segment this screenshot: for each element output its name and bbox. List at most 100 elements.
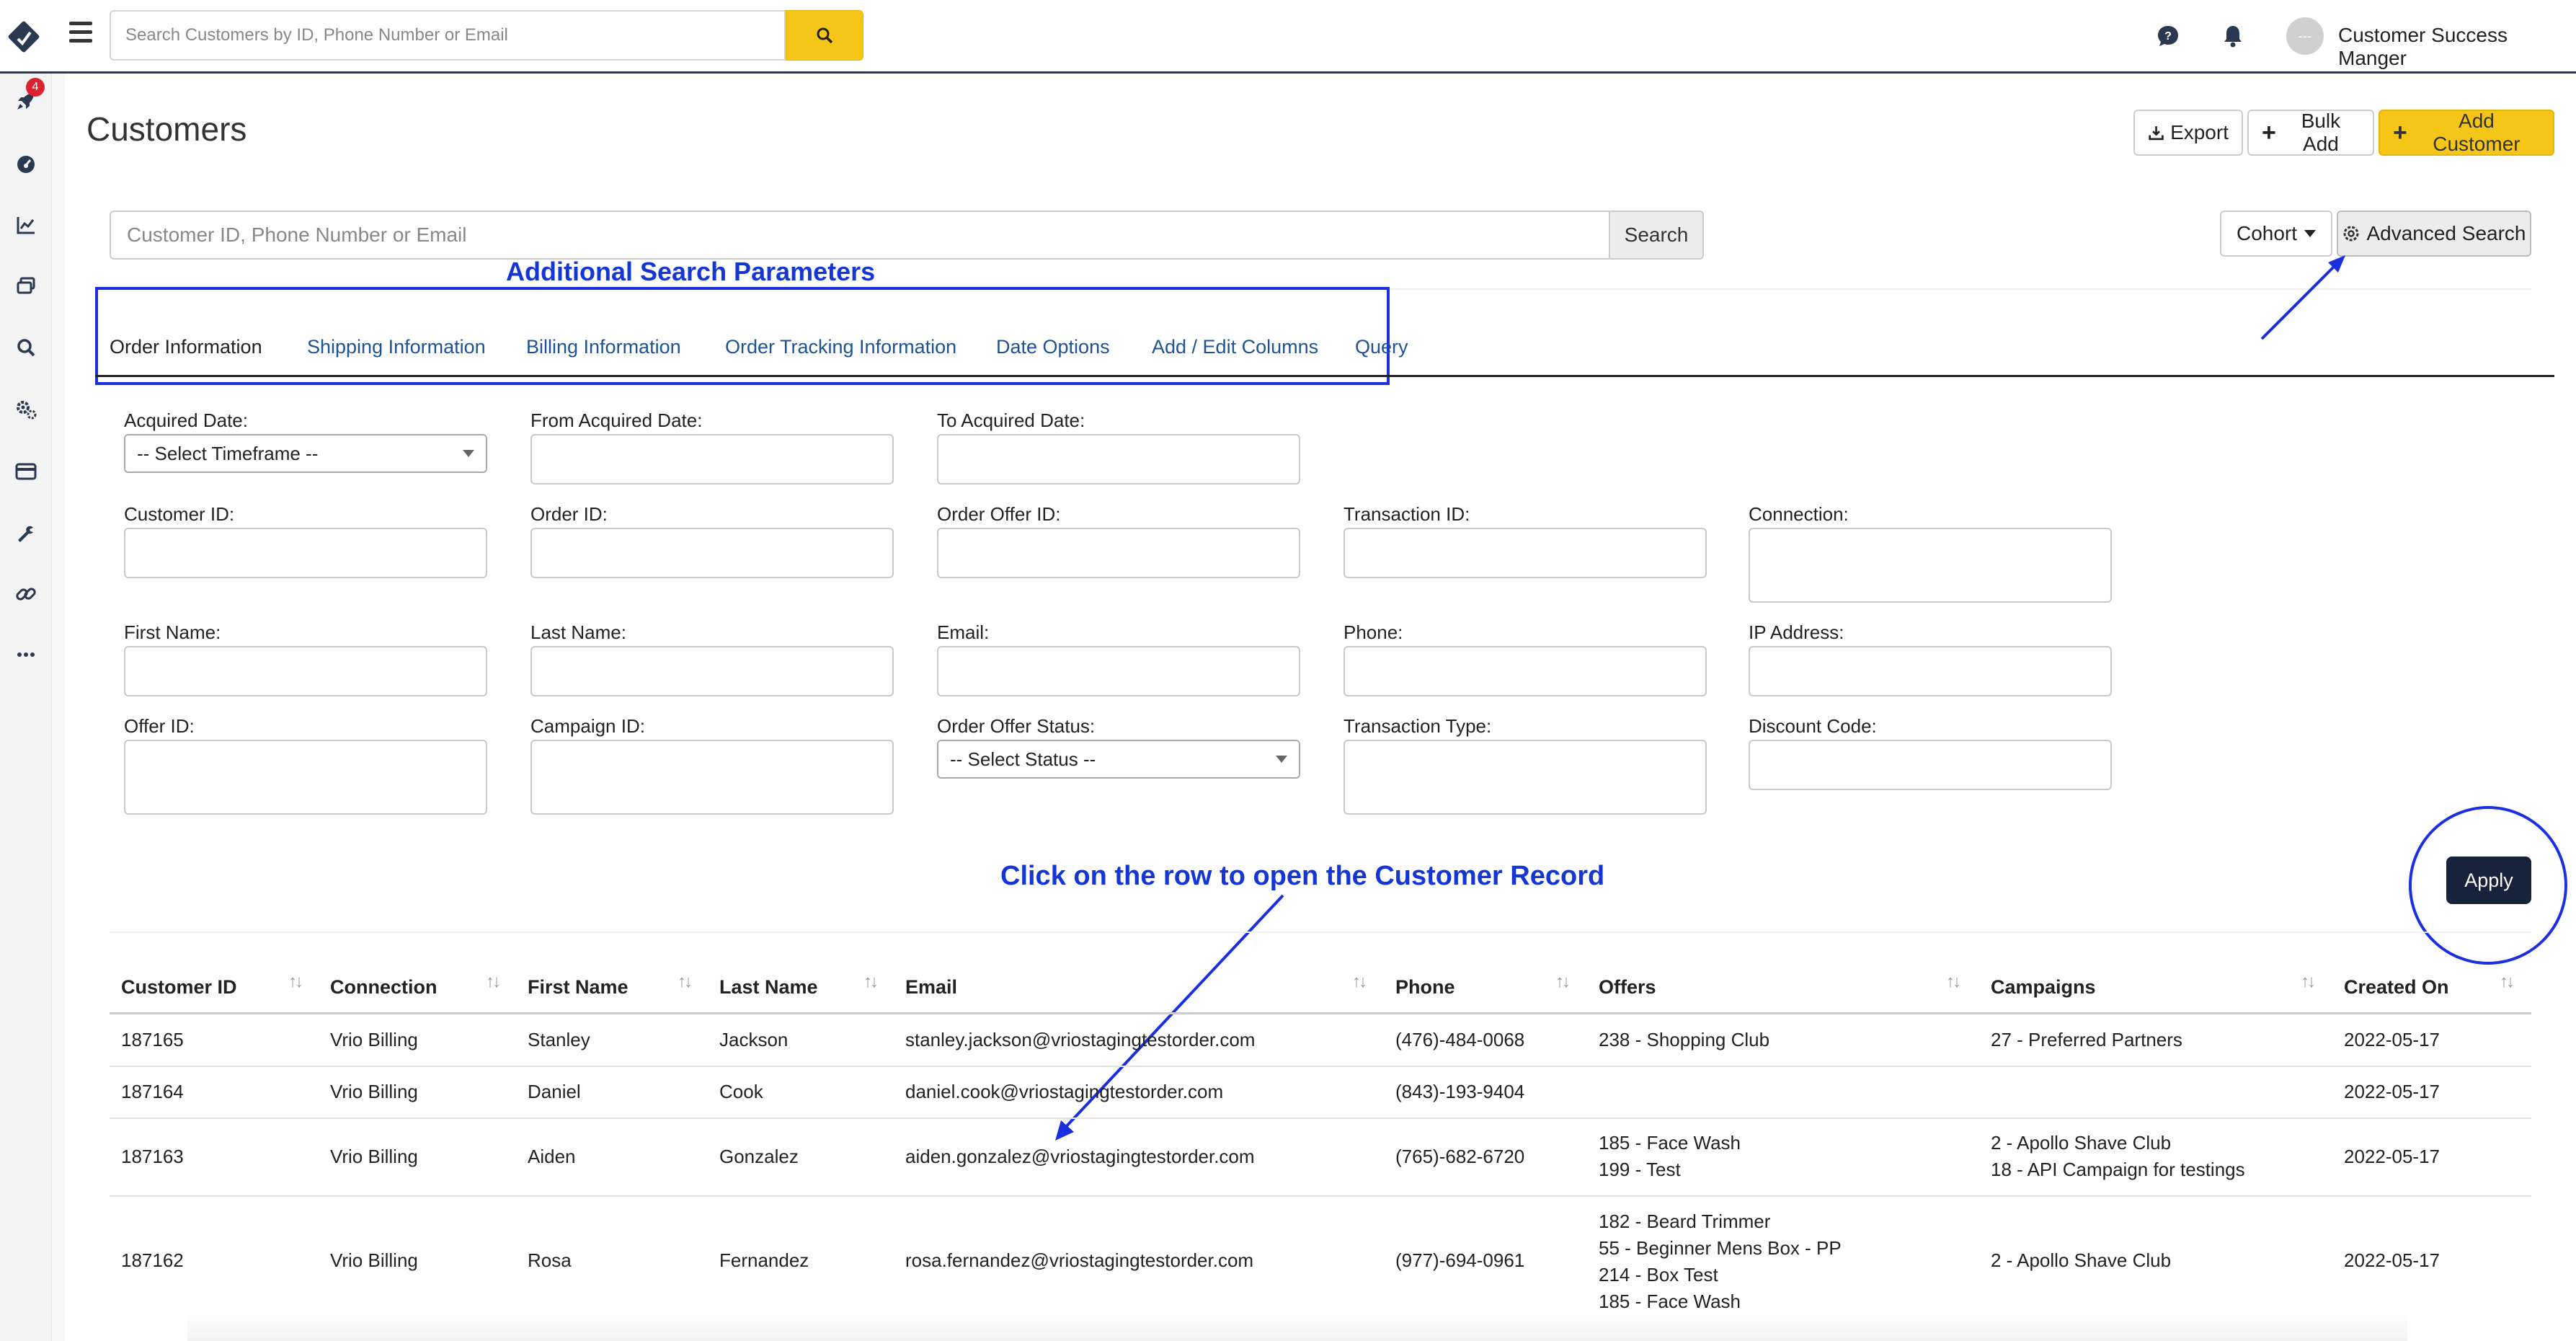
column-header-created-on[interactable]: Created On [2344,976,2449,999]
tabs-underline [95,375,2554,377]
divider [110,931,2531,933]
table-row[interactable]: 187163 Vrio Billing Aiden Gonzalez aiden… [110,1119,2531,1195]
menu-icon[interactable] [69,22,92,43]
chart-icon[interactable] [12,211,40,239]
customer-search-input[interactable] [110,211,1610,260]
customer-id-input[interactable] [124,528,487,578]
tab-shipping-information[interactable]: Shipping Information [307,336,486,358]
scroll-fade [187,1311,2407,1341]
customer-search-button[interactable]: Search [1609,211,1704,260]
annotation-click-row: Click on the row to open the Customer Re… [1000,861,1605,891]
sort-icon[interactable]: ↑↓ [1946,972,1961,992]
cell-phone: (843)-193-9404 [1395,1081,1525,1102]
connection-input[interactable] [1749,528,2112,603]
tab-billing-information[interactable]: Billing Information [526,336,681,358]
email-label: Email: [937,621,990,643]
column-header-customer-id[interactable]: Customer ID [121,976,237,999]
billing-icon[interactable] [12,457,40,486]
cell-phone: (765)-682-6720 [1395,1146,1525,1167]
order-id-input[interactable] [530,528,894,578]
from-acquired-date-label: From Acquired Date: [530,410,703,431]
bulk-add-button[interactable]: + Bulk Add [2247,110,2374,156]
cell-offer: 199 - Test [1599,1159,1681,1180]
email-field[interactable] [937,646,1300,696]
campaign-id-input[interactable] [530,740,894,815]
tab-query[interactable]: Query [1355,336,1408,358]
cell-created-on: 2022-05-17 [2344,1146,2440,1167]
table-row[interactable]: 187164 Vrio Billing Daniel Cook daniel.c… [110,1067,2531,1118]
annotation-additional-params: Additional Search Parameters [506,257,876,286]
cell-campaign: 18 - API Campaign for testings [1991,1159,2245,1180]
order-offer-status-value: -- Select Status -- [950,748,1096,770]
cohort-label: Cohort [2236,222,2298,244]
first-name-input[interactable] [124,646,487,696]
column-header-phone[interactable]: Phone [1395,976,1455,999]
campaign-id-label: Campaign ID: [530,715,645,737]
column-header-email[interactable]: Email [905,976,957,999]
order-offer-status-label: Order Offer Status: [937,715,1096,737]
sort-icon[interactable]: ↑↓ [1555,972,1571,992]
transaction-id-input[interactable] [1343,528,1707,578]
acquired-date-select[interactable]: -- Select Timeframe -- [124,434,487,473]
more-icon[interactable] [12,640,40,669]
tab-order-tracking-information[interactable]: Order Tracking Information [725,336,956,358]
phone-input[interactable] [1343,646,1707,696]
sidebar [0,74,52,1341]
acquired-date-label: Acquired Date: [124,410,248,431]
sort-icon[interactable]: ↑↓ [863,972,879,992]
dashboard-icon[interactable] [12,150,40,179]
advanced-search-button[interactable]: Advanced Search [2337,211,2531,257]
app-logo-icon[interactable] [7,20,40,53]
order-offer-id-input[interactable] [937,528,1300,578]
avatar[interactable]: --- [2286,17,2324,55]
column-header-first-name[interactable]: First Name [528,976,629,999]
column-header-offers[interactable]: Offers [1599,976,1656,999]
order-offer-status-select[interactable]: -- Select Status -- [937,740,1300,779]
help-chat-icon[interactable]: ? [2154,22,2182,50]
wrench-icon[interactable] [12,519,40,548]
ip-address-label: IP Address: [1749,621,1844,643]
offer-id-input[interactable] [124,740,487,815]
sort-icon[interactable]: ↑↓ [1352,972,1367,992]
cell-customer-id: 187163 [121,1146,184,1167]
cell-created-on: 2022-05-17 [2344,1249,2440,1271]
cell-phone: (977)-694-0961 [1395,1249,1525,1271]
sort-icon[interactable]: ↑↓ [2500,972,2515,992]
global-search-button[interactable] [786,10,863,61]
column-header-last-name[interactable]: Last Name [719,976,818,999]
first-name-label: First Name: [124,621,221,643]
table-row[interactable]: 187165 Vrio Billing Stanley Jackson stan… [110,1015,2531,1066]
column-header-connection[interactable]: Connection [330,976,438,999]
cell-email: aiden.gonzalez@vriostagingtestorder.com [905,1146,1255,1167]
to-acquired-date-input[interactable] [937,434,1300,484]
cell-email: stanley.jackson@vriostagingtestorder.com [905,1029,1256,1050]
export-button[interactable]: Export [2133,110,2243,156]
sort-icon[interactable]: ↑↓ [678,972,693,992]
tab-order-information[interactable]: Order Information [110,336,262,358]
cell-connection: Vrio Billing [330,1081,418,1102]
tab-date-options[interactable]: Date Options [996,336,1110,358]
user-name[interactable]: Customer Success Manger [2338,24,2576,70]
bell-icon[interactable] [2219,22,2247,50]
ip-address-input[interactable] [1749,646,2112,696]
sort-icon[interactable]: ↑↓ [486,972,501,992]
last-name-label: Last Name: [530,621,626,643]
settings-icon[interactable] [12,395,40,424]
sort-icon[interactable]: ↑↓ [288,972,303,992]
transaction-type-input[interactable] [1343,740,1707,815]
cell-email: daniel.cook@vriostagingtestorder.com [905,1081,1224,1102]
link-icon[interactable] [12,580,40,608]
global-search-input[interactable] [110,10,786,61]
sort-icon[interactable]: ↑↓ [2301,972,2316,992]
from-acquired-date-input[interactable] [530,434,894,484]
tab-add-edit-columns[interactable]: Add / Edit Columns [1152,336,1318,358]
cell-last-name: Cook [719,1081,763,1102]
column-header-campaigns[interactable]: Campaigns [1991,976,2096,999]
search-icon[interactable] [12,333,40,362]
cohort-dropdown[interactable]: Cohort [2220,211,2332,257]
discount-code-input[interactable] [1749,740,2112,790]
add-customer-button[interactable]: + Add Customer [2379,110,2554,156]
documents-icon[interactable] [12,271,40,300]
last-name-input[interactable] [530,646,894,696]
table-row[interactable]: 187162 Vrio Billing Rosa Fernandez rosa.… [110,1197,2531,1327]
